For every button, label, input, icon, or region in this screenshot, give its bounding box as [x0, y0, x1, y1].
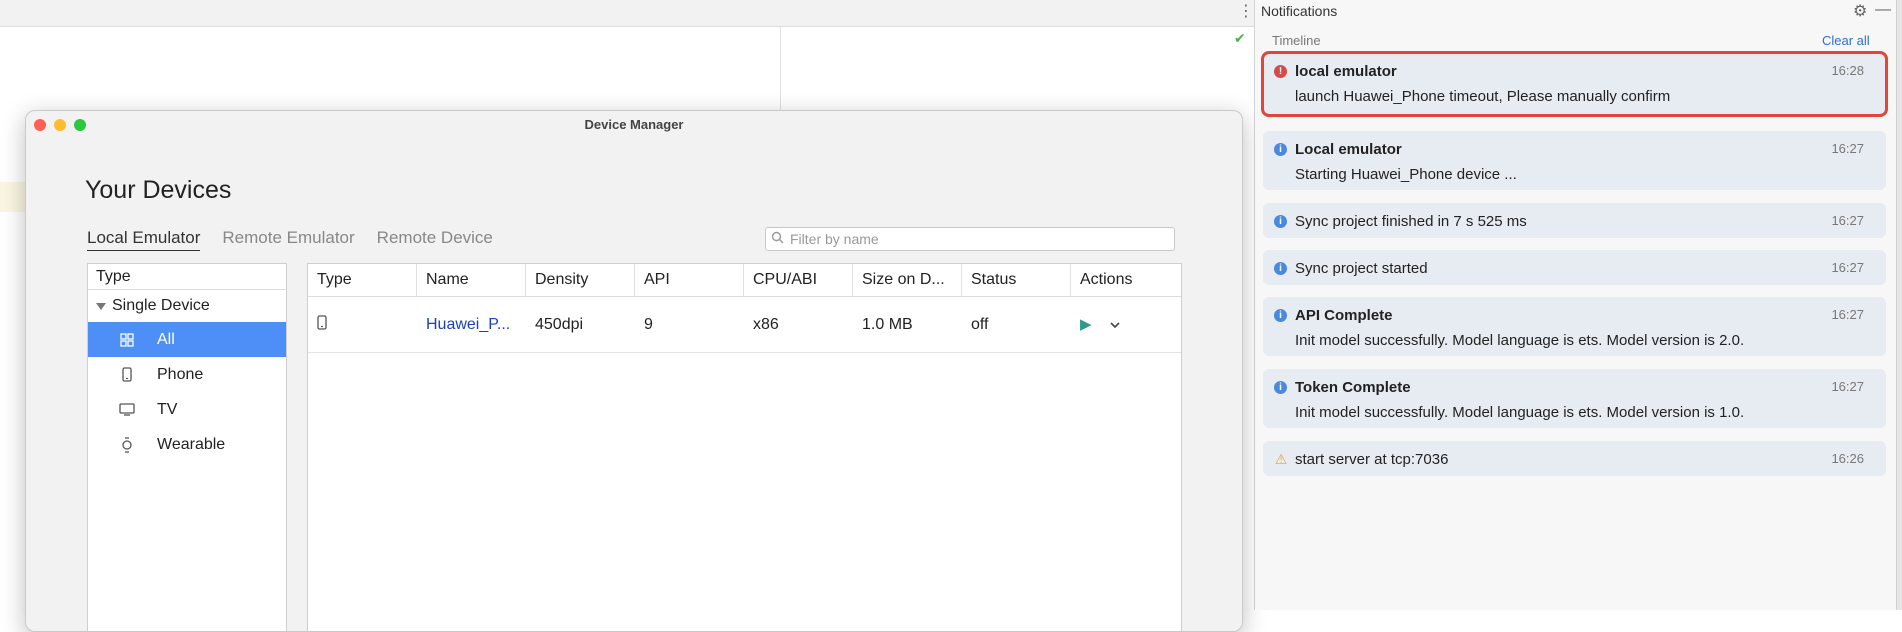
ide-toolbar — [0, 0, 1254, 27]
notification-body: Init model successfully. Model language … — [1295, 332, 1745, 349]
notification-time: 16:27 — [1831, 213, 1864, 228]
notification-card[interactable]: i API Complete Init model successfully. … — [1263, 297, 1886, 356]
filter-input[interactable] — [788, 230, 1174, 248]
column-header-api[interactable]: API — [635, 264, 744, 296]
editor-split-divider — [780, 26, 781, 116]
notification-title: start server at tcp:7036 — [1295, 451, 1449, 468]
minimize-icon[interactable]: — — [1875, 1, 1891, 19]
column-header-density[interactable]: Density — [526, 264, 635, 296]
type-item-wearable[interactable]: Wearable — [88, 427, 286, 462]
type-item-all[interactable]: All — [88, 322, 286, 357]
type-item-phone[interactable]: Phone — [88, 357, 286, 392]
check-icon: ✔ — [1234, 30, 1246, 46]
editor-line-highlight — [0, 182, 25, 212]
clear-all-link[interactable]: Clear all — [1822, 33, 1870, 48]
table-row[interactable]: Huawei_P... 450dpi 9 x86 1.0 MB off ▶ — [308, 297, 1181, 353]
column-header-size[interactable]: Size on D... — [853, 264, 962, 296]
size-cell: 1.0 MB — [862, 315, 913, 333]
tab-local-emulator[interactable]: Local Emulator — [87, 228, 201, 251]
notification-time: 16:27 — [1831, 307, 1864, 322]
device-type-cell — [308, 314, 417, 335]
window-title: Device Manager — [584, 117, 684, 132]
notification-card[interactable]: i Sync project started 16:27 — [1263, 250, 1886, 285]
type-item-tv[interactable]: TV — [88, 392, 286, 427]
column-header-name[interactable]: Name — [417, 264, 526, 296]
single-device-group[interactable]: Single Device — [88, 290, 286, 322]
column-header-type[interactable]: Type — [308, 264, 417, 296]
notification-time: 16:28 — [1831, 63, 1864, 78]
actions-cell: ▶ — [1071, 315, 1181, 334]
column-header-actions: Actions — [1080, 271, 1133, 288]
column-header-cpu[interactable]: CPU/ABI — [744, 264, 853, 296]
table-header: Type Name Density API CPU/ABI Size on D.… — [308, 264, 1181, 297]
notification-time: 16:27 — [1831, 141, 1864, 156]
gear-icon[interactable]: ⚙ — [1853, 1, 1867, 21]
notification-title: Token Complete — [1295, 379, 1411, 396]
device-tabs: Local Emulator Remote Emulator Remote De… — [87, 228, 493, 251]
notifications-title: Notifications — [1261, 3, 1338, 19]
grid-icon — [116, 332, 138, 347]
notification-title: Sync project finished in 7 s 525 ms — [1295, 213, 1527, 230]
type-item-label: All — [157, 330, 175, 348]
watch-icon — [116, 436, 138, 453]
search-icon — [766, 231, 788, 247]
type-item-label: Wearable — [157, 435, 226, 453]
info-icon: i — [1274, 143, 1287, 156]
phone-icon — [116, 367, 138, 382]
notification-body: launch Huawei_Phone timeout, Please manu… — [1295, 88, 1671, 105]
type-item-label: TV — [157, 400, 178, 418]
column-header-status[interactable]: Status — [962, 264, 1071, 296]
chevron-down-icon[interactable] — [1110, 317, 1120, 332]
notification-body: Init model successfully. Model language … — [1295, 404, 1745, 421]
side-tool-strip[interactable] — [1896, 0, 1902, 610]
notification-card[interactable]: i Local emulator Starting Huawei_Phone d… — [1263, 131, 1886, 190]
notification-card[interactable]: ! local emulator launch Huawei_Phone tim… — [1261, 51, 1888, 117]
tab-remote-emulator[interactable]: Remote Emulator — [222, 228, 354, 251]
device-type-panel: Type Single Device All Phone TV Wearable — [87, 263, 287, 631]
notification-card[interactable]: i Sync project finished in 7 s 525 ms 16… — [1263, 203, 1886, 238]
density-cell: 450dpi — [535, 315, 584, 333]
info-icon: i — [1274, 215, 1287, 228]
device-name-cell[interactable]: Huawei_P... — [417, 316, 526, 334]
notification-time: 16:26 — [1831, 451, 1864, 466]
type-item-label: Phone — [157, 365, 204, 383]
notification-body: Starting Huawei_Phone device ... — [1295, 166, 1517, 183]
notification-title: local emulator — [1295, 63, 1397, 80]
notification-time: 16:27 — [1831, 379, 1864, 394]
notification-card[interactable]: i Token Complete Init model successfully… — [1263, 369, 1886, 428]
phone-icon — [317, 314, 327, 334]
device-manager-window: Device Manager Your Devices Local Emulat… — [25, 110, 1243, 632]
api-cell: 9 — [644, 315, 653, 333]
cpu-cell: x86 — [753, 315, 779, 333]
info-icon: i — [1274, 262, 1287, 275]
notification-time: 16:27 — [1831, 260, 1864, 275]
notification-title: Sync project started — [1295, 260, 1428, 277]
play-icon[interactable]: ▶ — [1080, 316, 1092, 333]
warning-icon: ⚠ — [1274, 451, 1288, 467]
error-icon: ! — [1274, 65, 1287, 78]
type-panel-header: Type — [88, 264, 286, 290]
tv-icon — [116, 403, 138, 416]
notification-card[interactable]: ⚠ start server at tcp:7036 16:26 — [1263, 441, 1886, 476]
device-table: Type Name Density API CPU/ABI Size on D.… — [307, 263, 1182, 631]
filter-box — [765, 227, 1175, 251]
notification-title: API Complete — [1295, 307, 1393, 324]
page-title: Your Devices — [85, 176, 232, 204]
expand-triangle-icon[interactable] — [96, 302, 106, 310]
info-icon: i — [1274, 381, 1287, 394]
timeline-label: Timeline — [1272, 33, 1321, 48]
group-label: Single Device — [112, 297, 210, 314]
notification-title: Local emulator — [1295, 141, 1402, 158]
status-cell: off — [971, 315, 989, 333]
tab-remote-device[interactable]: Remote Device — [377, 228, 493, 251]
window-titlebar[interactable]: Device Manager — [26, 111, 1242, 139]
info-icon: i — [1274, 309, 1287, 322]
more-options-icon[interactable]: ⋮ — [1238, 4, 1254, 20]
